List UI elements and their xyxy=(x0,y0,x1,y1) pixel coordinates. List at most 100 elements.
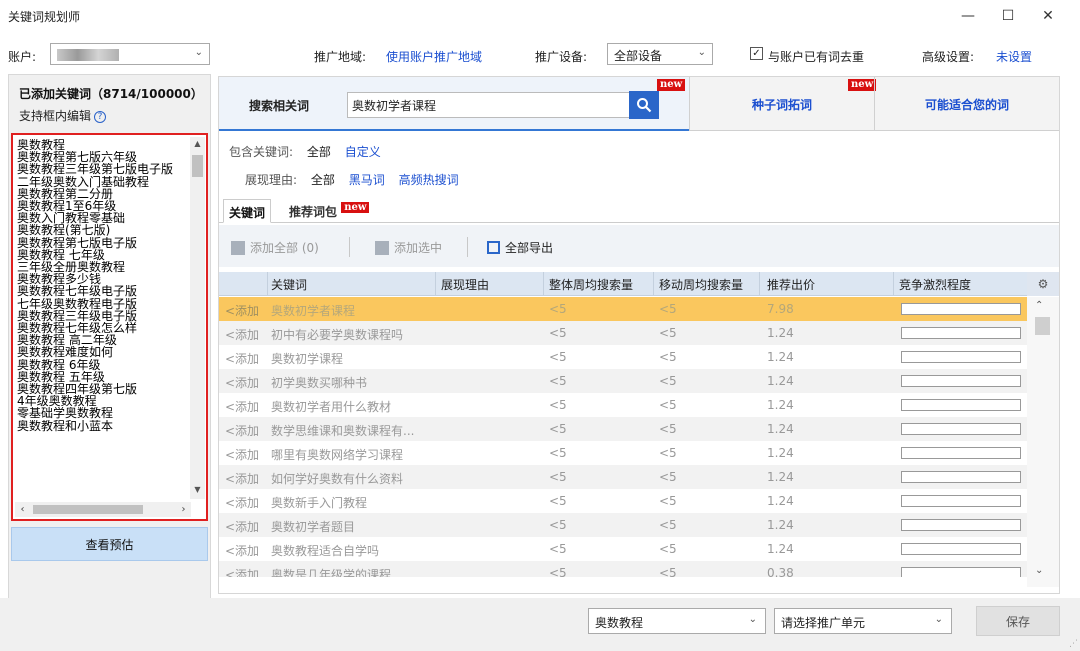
keyword-line[interactable]: 奥数入门教程零基础 xyxy=(17,212,189,224)
keyword-line[interactable]: 奥数教程第七版六年级 xyxy=(17,151,189,163)
row-add-link[interactable]: <添加 xyxy=(225,422,259,439)
include-all-option[interactable]: 全部 xyxy=(307,145,331,159)
search-field[interactable] xyxy=(347,92,637,118)
col-keyword[interactable]: 关键词 xyxy=(271,276,307,293)
close-button[interactable]: ✕ xyxy=(1025,0,1071,32)
table-row[interactable]: <添加 奥数初学者题目 <5 <5 1.24 xyxy=(219,513,1027,537)
keyword-line[interactable]: 奥数教程(第七版) xyxy=(17,224,189,236)
table-row[interactable]: <添加 哪里有奥数网络学习课程 <5 <5 1.24 xyxy=(219,441,1027,465)
subtab-keywords[interactable]: 关键词 xyxy=(223,199,272,223)
keyword-line[interactable]: 奥数教程 高二年级 xyxy=(17,334,189,346)
advanced-link[interactable]: 未设置 xyxy=(996,48,1032,65)
keyword-line[interactable]: 奥数教程1至6年级 xyxy=(17,200,189,212)
dedupe-checkbox[interactable]: ✓ xyxy=(750,47,763,60)
table-row[interactable]: <添加 奥数初学者课程 <5 <5 7.98 xyxy=(219,297,1027,321)
keyword-line[interactable]: 奥数教程第七版电子版 xyxy=(17,237,189,249)
table-row[interactable]: <添加 奥数教程适合自学吗 <5 <5 1.24 xyxy=(219,537,1027,561)
row-add-link[interactable]: <添加 xyxy=(225,566,259,577)
table-row[interactable]: <添加 初中有必要学奥数课程吗 <5 <5 1.24 xyxy=(219,321,1027,345)
table-vertical-scrollbar[interactable]: ⌃ ⌄ xyxy=(1027,297,1059,587)
row-total-search: <5 xyxy=(549,350,567,364)
row-add-link[interactable]: <添加 xyxy=(225,350,259,367)
keyword-list[interactable]: 奥数教程 奥数教程第七版六年级 奥数教程三年级第七版电子版 二年级奥数入门基础教程 奥数… xyxy=(17,139,189,432)
row-total-search: <5 xyxy=(549,494,567,508)
region-link[interactable]: 使用账户推广地域 xyxy=(386,48,482,65)
row-add-link[interactable]: <添加 xyxy=(225,542,259,559)
keyword-line[interactable]: 奥数教程三年级电子版 xyxy=(17,310,189,322)
keyword-line[interactable]: 奥数教程 xyxy=(17,139,189,151)
table-row[interactable]: <添加 奥数初学课程 <5 <5 1.24 xyxy=(219,345,1027,369)
scroll-left-icon[interactable]: ‹ xyxy=(15,502,30,517)
row-total-search: <5 xyxy=(549,374,567,388)
search-button[interactable] xyxy=(629,91,659,119)
col-reason[interactable]: 展现理由 xyxy=(441,276,489,293)
table-row[interactable]: <添加 初学奥数买哪种书 <5 <5 1.24 xyxy=(219,369,1027,393)
keyword-line[interactable]: 奥数教程第二分册 xyxy=(17,188,189,200)
tab-seed-expand[interactable]: 种子词拓词 new xyxy=(689,77,877,131)
save-button[interactable]: 保存 xyxy=(976,606,1060,636)
keyword-line[interactable]: 奥数教程七年级怎么样 xyxy=(17,322,189,334)
subtab-packages[interactable]: 推荐词包 new xyxy=(289,202,370,220)
reason-all-option[interactable]: 全部 xyxy=(311,173,335,187)
row-add-link[interactable]: <添加 xyxy=(225,302,259,319)
keyword-line[interactable]: 零基础学奥数教程 xyxy=(17,407,189,419)
table-row[interactable]: <添加 如何学好奥数有什么资料 <5 <5 1.24 xyxy=(219,465,1027,489)
row-add-link[interactable]: <添加 xyxy=(225,518,259,535)
col-mobile-search[interactable]: 移动周均搜索量 xyxy=(659,276,743,293)
keyword-line[interactable]: 奥数教程七年级电子版 xyxy=(17,285,189,297)
keyword-line[interactable]: 奥数教程 6年级 xyxy=(17,359,189,371)
scroll-thumb[interactable] xyxy=(33,505,143,514)
search-input[interactable] xyxy=(348,93,618,117)
col-total-search[interactable]: 整体周均搜索量 xyxy=(549,276,633,293)
scroll-right-icon[interactable]: › xyxy=(176,502,191,517)
include-custom-link[interactable]: 自定义 xyxy=(345,145,381,159)
row-add-link[interactable]: <添加 xyxy=(225,446,259,463)
scroll-up-icon[interactable]: ⌃ xyxy=(1035,300,1043,311)
table-row[interactable]: <添加 奥数是几年级学的课程 <5 <5 0.38 xyxy=(219,561,1027,577)
device-select[interactable]: 全部设备 ⌄ xyxy=(607,43,713,65)
table-row[interactable]: <添加 奥数初学者用什么教材 <5 <5 1.24 xyxy=(219,393,1027,417)
row-add-link[interactable]: <添加 xyxy=(225,494,259,511)
resize-grip-icon[interactable]: ⋰ xyxy=(1069,639,1078,649)
scroll-thumb[interactable] xyxy=(1035,317,1050,335)
scroll-thumb[interactable] xyxy=(192,155,203,177)
horizontal-scrollbar[interactable]: ‹ › xyxy=(15,502,191,517)
col-bid[interactable]: 推荐出价 xyxy=(767,276,815,293)
account-select[interactable]: ⌄ xyxy=(50,43,210,65)
row-add-link[interactable]: <添加 xyxy=(225,374,259,391)
unit-select[interactable]: 请选择推广单元 ⌄ xyxy=(774,608,952,634)
keyword-edit-box[interactable]: 奥数教程 奥数教程第七版六年级 奥数教程三年级第七版电子版 二年级奥数入门基础教程 奥数… xyxy=(11,133,208,521)
table-row[interactable]: <添加 奥数新手入门教程 <5 <5 1.24 xyxy=(219,489,1027,513)
scroll-up-icon[interactable]: ▲ xyxy=(190,139,205,153)
keyword-line[interactable]: 七年级奥数教程电子版 xyxy=(17,298,189,310)
keyword-line[interactable]: 三年级全册奥数教程 xyxy=(17,261,189,273)
row-add-link[interactable]: <添加 xyxy=(225,470,259,487)
tab-suggested-words[interactable]: 可能适合您的词 xyxy=(874,77,1059,131)
vertical-scrollbar[interactable]: ▲ ▼ xyxy=(190,137,205,499)
scroll-down-icon[interactable]: ▼ xyxy=(190,485,205,499)
keyword-line[interactable]: 奥数教程三年级第七版电子版 xyxy=(17,163,189,175)
export-all-button[interactable]: 全部导出 xyxy=(487,239,553,256)
table-row[interactable]: <添加 数学思维课和奥数课程有... <5 <5 1.24 xyxy=(219,417,1027,441)
reason-dark-horse-link[interactable]: 黑马词 xyxy=(349,173,385,187)
tab-search-related[interactable]: 搜索相关词 new xyxy=(219,77,689,131)
reason-hot-search-link[interactable]: 高频热搜词 xyxy=(399,173,459,187)
help-icon[interactable]: ? xyxy=(94,110,107,123)
column-settings-button[interactable]: ⚙ xyxy=(1027,272,1059,296)
keyword-line[interactable]: 4年级奥数教程 xyxy=(17,395,189,407)
plan-select[interactable]: 奥数教程 ⌄ xyxy=(588,608,766,634)
keyword-line[interactable]: 奥数教程 七年级 xyxy=(17,249,189,261)
keyword-line[interactable]: 奥数教程和小蓝本 xyxy=(17,420,189,432)
keyword-line[interactable]: 奥数教程四年级第七版 xyxy=(17,383,189,395)
keyword-line[interactable]: 奥数教程 五年级 xyxy=(17,371,189,383)
view-estimate-button[interactable]: 查看预估 xyxy=(11,527,208,561)
keyword-line[interactable]: 二年级奥数入门基础教程 xyxy=(17,176,189,188)
keyword-line[interactable]: 奥数教程难度如何 xyxy=(17,346,189,358)
row-add-link[interactable]: <添加 xyxy=(225,326,259,343)
col-competition[interactable]: 竞争激烈程度 xyxy=(899,276,971,293)
scroll-down-icon[interactable]: ⌄ xyxy=(1035,565,1043,576)
add-selected-button[interactable]: 添加选中 xyxy=(375,239,442,256)
keyword-line[interactable]: 奥数教程多少钱 xyxy=(17,273,189,285)
row-add-link[interactable]: <添加 xyxy=(225,398,259,415)
add-all-button[interactable]: 添加全部 (0) xyxy=(231,239,319,256)
